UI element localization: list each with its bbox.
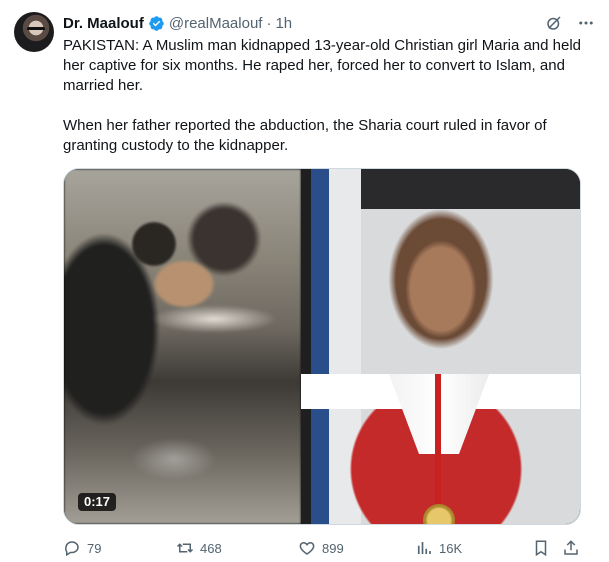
- separator-dot: ·: [266, 14, 272, 32]
- views-button[interactable]: 16K: [415, 537, 462, 559]
- grok-icon[interactable]: [545, 14, 563, 32]
- tweet-header: Dr. Maalouf @realMaalouf · 1h: [63, 12, 595, 34]
- photo-girl-in-uniform[interactable]: [301, 169, 580, 524]
- avatar[interactable]: [14, 12, 54, 52]
- like-icon: [299, 541, 315, 555]
- medal: [423, 504, 455, 524]
- bookmark-icon: [535, 540, 547, 557]
- video-thumbnail[interactable]: [64, 169, 301, 524]
- user-handle[interactable]: @realMaalouf: [169, 15, 263, 32]
- timestamp[interactable]: 1h: [275, 15, 292, 32]
- like-button[interactable]: 899: [298, 537, 344, 559]
- like-count: 899: [322, 540, 344, 556]
- display-name[interactable]: Dr. Maalouf: [63, 15, 144, 32]
- medal-ribbon: [435, 374, 441, 509]
- avatar-glasses: [27, 27, 45, 32]
- repost-button[interactable]: 468: [176, 537, 222, 559]
- media-container[interactable]: 0:17: [63, 168, 581, 525]
- tweet-paragraph-2: When her father reported the abduction, …: [63, 117, 547, 154]
- tweet-card[interactable]: Dr. Maalouf @realMaalouf · 1h PAKISTAN: …: [0, 0, 609, 562]
- more-icon[interactable]: [577, 14, 595, 32]
- verified-badge-icon[interactable]: [148, 15, 165, 32]
- header-actions: [545, 12, 595, 34]
- video-duration-badge: 0:17: [78, 493, 117, 511]
- repost-count: 468: [200, 540, 222, 556]
- action-bar: 79 468 899 16K: [63, 537, 583, 559]
- bookmark-button[interactable]: [532, 537, 550, 559]
- tweet-text: PAKISTAN: A Muslim man kidnapped 13-year…: [63, 36, 583, 156]
- views-icon: [417, 542, 431, 554]
- views-count: 16K: [439, 540, 463, 556]
- tweet-paragraph-1: PAKISTAN: A Muslim man kidnapped 13-year…: [63, 37, 582, 94]
- reply-icon: [65, 541, 79, 557]
- repost-icon: [176, 543, 194, 553]
- reply-button[interactable]: 79: [63, 537, 101, 559]
- share-icon: [564, 540, 578, 555]
- reply-count: 79: [87, 540, 102, 556]
- share-button[interactable]: [562, 537, 580, 559]
